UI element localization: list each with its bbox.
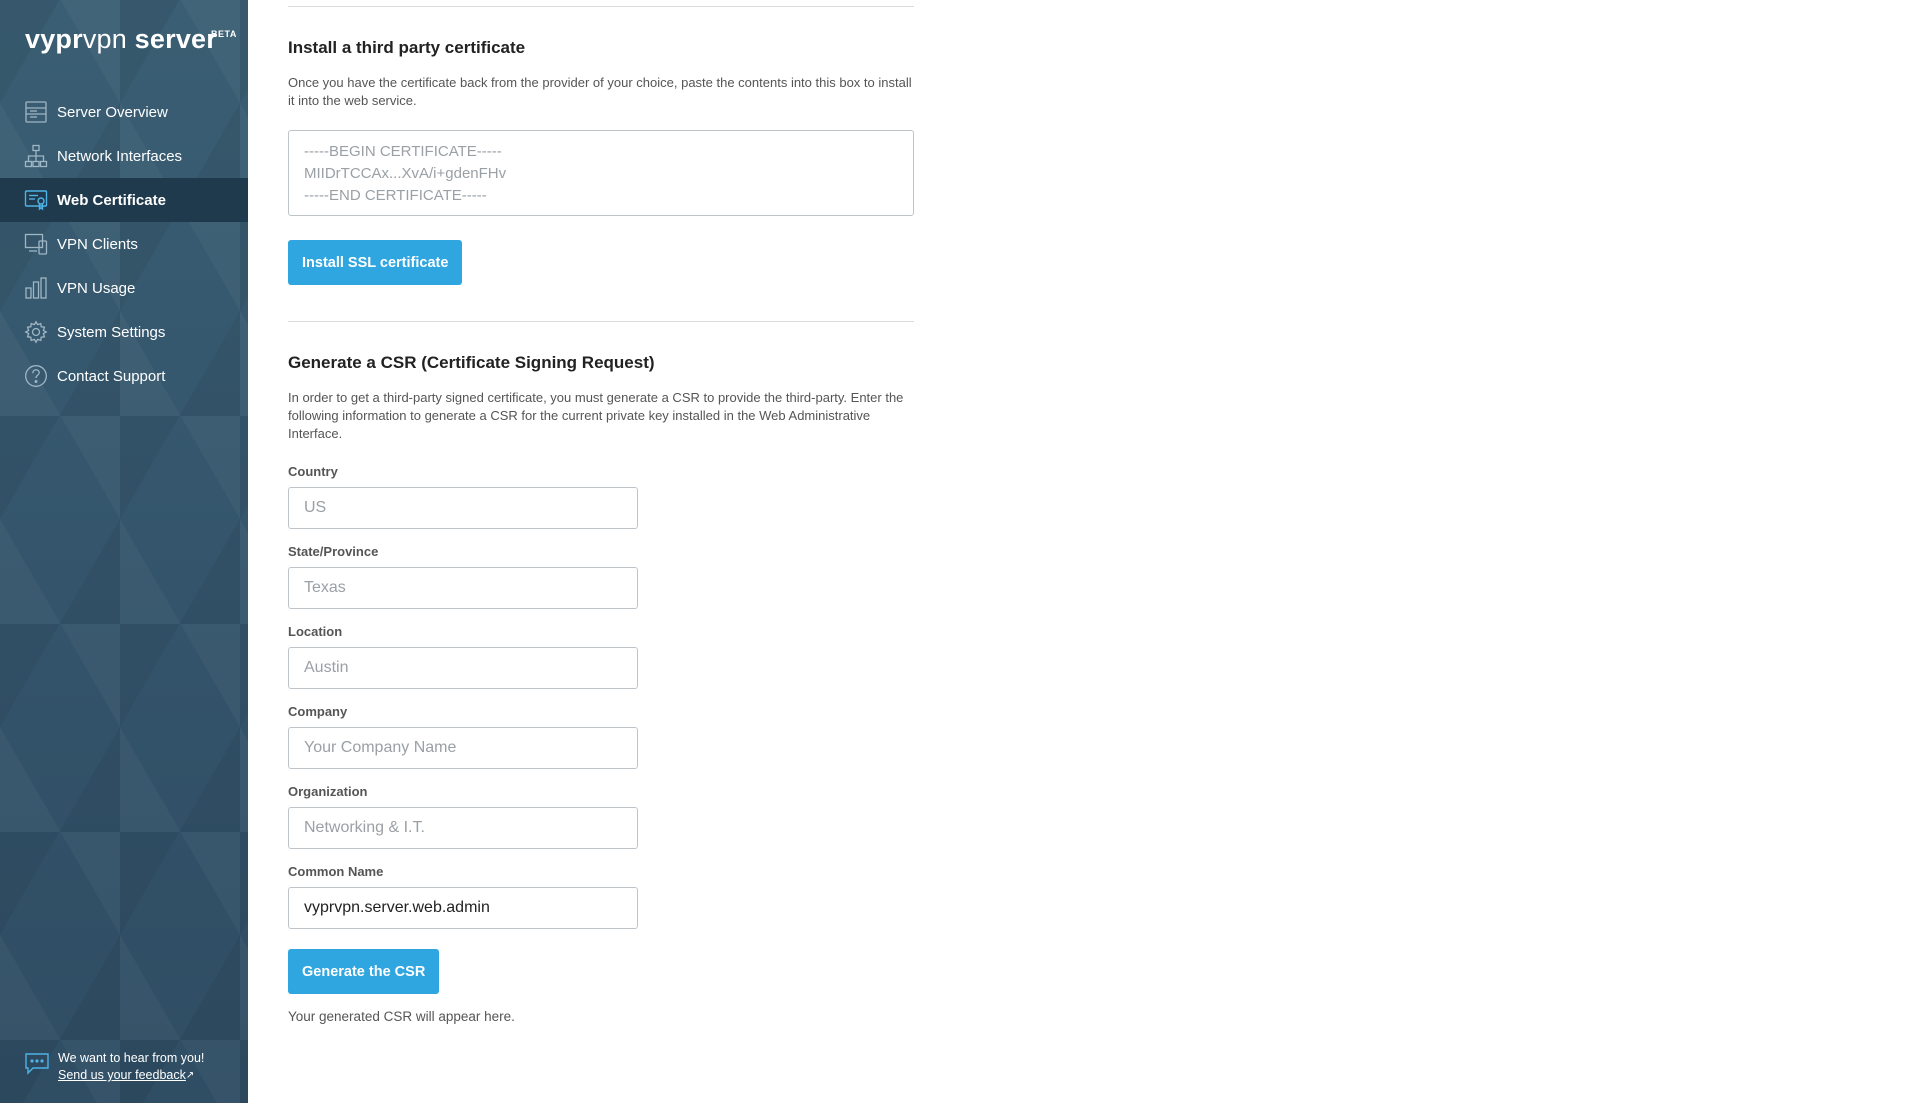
beta-badge: BETA (211, 29, 237, 39)
cert-placeholder-line: -----END CERTIFICATE----- (304, 187, 487, 204)
sidebar-item-vpn-usage[interactable]: VPN Usage (0, 266, 248, 310)
country-label: Country (288, 464, 338, 479)
sidebar-item-label: Web Certificate (57, 191, 166, 209)
feedback-text-block: We want to hear from you! Send us your f… (58, 1050, 204, 1084)
organization-label: Organization (288, 784, 368, 799)
sidebar-item-label: System Settings (57, 323, 166, 341)
install-description: Once you have the certificate back from … (288, 75, 912, 108)
certificate-icon (24, 188, 48, 212)
feedback-message: We want to hear from you! (58, 1051, 205, 1065)
cert-placeholder-line: MIIDrTCCAx...XvA/i+gdenFHv (304, 165, 507, 182)
external-link-icon: ↗ (185, 1070, 195, 1081)
help-icon (24, 364, 48, 388)
server-overview-icon (24, 100, 48, 124)
sidebar-item-label: Network Interfaces (57, 147, 183, 165)
brand-light: vpn (82, 24, 127, 54)
gear-icon (24, 320, 48, 344)
section-divider (288, 321, 914, 322)
install-ssl-button[interactable]: Install SSL certificate (288, 240, 463, 285)
organization-input[interactable] (288, 807, 638, 849)
bar-chart-icon (24, 276, 48, 300)
certificate-textarea[interactable]: -----BEGIN CERTIFICATE----- MIIDrTCCAx..… (288, 130, 914, 216)
sidebar-item-server-overview[interactable]: Server Overview (0, 90, 248, 134)
state-input[interactable] (288, 567, 638, 609)
sidebar-item-network-interfaces[interactable]: Network Interfaces (0, 134, 248, 178)
install-section-title: Install a third party certificate (288, 38, 526, 57)
network-icon (24, 144, 48, 168)
feedback-link[interactable]: Send us your feedback (58, 1068, 186, 1082)
sidebar-item-label: VPN Clients (57, 235, 138, 253)
sidebar-item-label: Contact Support (57, 367, 166, 385)
csr-result-note: Your generated CSR will appear here. (288, 1009, 515, 1024)
csr-description: In order to get a third-party signed cer… (288, 390, 904, 441)
common-name-label: Common Name (288, 864, 384, 879)
app-root: vyprvpn server BETA Server Overview Netw… (0, 0, 1905, 1103)
state-label: State/Province (288, 544, 379, 559)
sidebar: vyprvpn server BETA Server Overview Netw… (0, 0, 248, 1103)
sidebar-item-label: Server Overview (57, 103, 168, 121)
brand-rest: server (126, 24, 217, 54)
sidebar-item-vpn-clients[interactable]: VPN Clients (0, 222, 248, 266)
sidebar-nav: Server Overview Network Interfaces Web C… (0, 90, 248, 398)
top-divider (288, 6, 914, 7)
brand-bold: vypr (25, 24, 83, 54)
location-label: Location (288, 624, 343, 639)
location-input[interactable] (288, 647, 638, 689)
common-name-input[interactable] (288, 887, 638, 929)
country-input[interactable] (288, 487, 638, 529)
brand-logo[interactable]: vyprvpn server BETA (25, 24, 236, 55)
cert-placeholder-line: -----BEGIN CERTIFICATE----- (304, 143, 502, 160)
sidebar-item-label: VPN Usage (57, 279, 136, 297)
company-label: Company (288, 704, 348, 719)
generate-csr-button[interactable]: Generate the CSR (288, 949, 440, 994)
sidebar-item-web-certificate[interactable]: Web Certificate (0, 178, 248, 222)
devices-icon (24, 232, 48, 256)
csr-section-title: Generate a CSR (Certificate Signing Requ… (288, 353, 655, 372)
feedback-panel: We want to hear from you! Send us your f… (24, 1050, 244, 1084)
chat-bubble-icon (24, 1052, 50, 1076)
sidebar-item-system-settings[interactable]: System Settings (0, 310, 248, 354)
company-input[interactable] (288, 727, 638, 769)
sidebar-item-contact-support[interactable]: Contact Support (0, 354, 248, 398)
